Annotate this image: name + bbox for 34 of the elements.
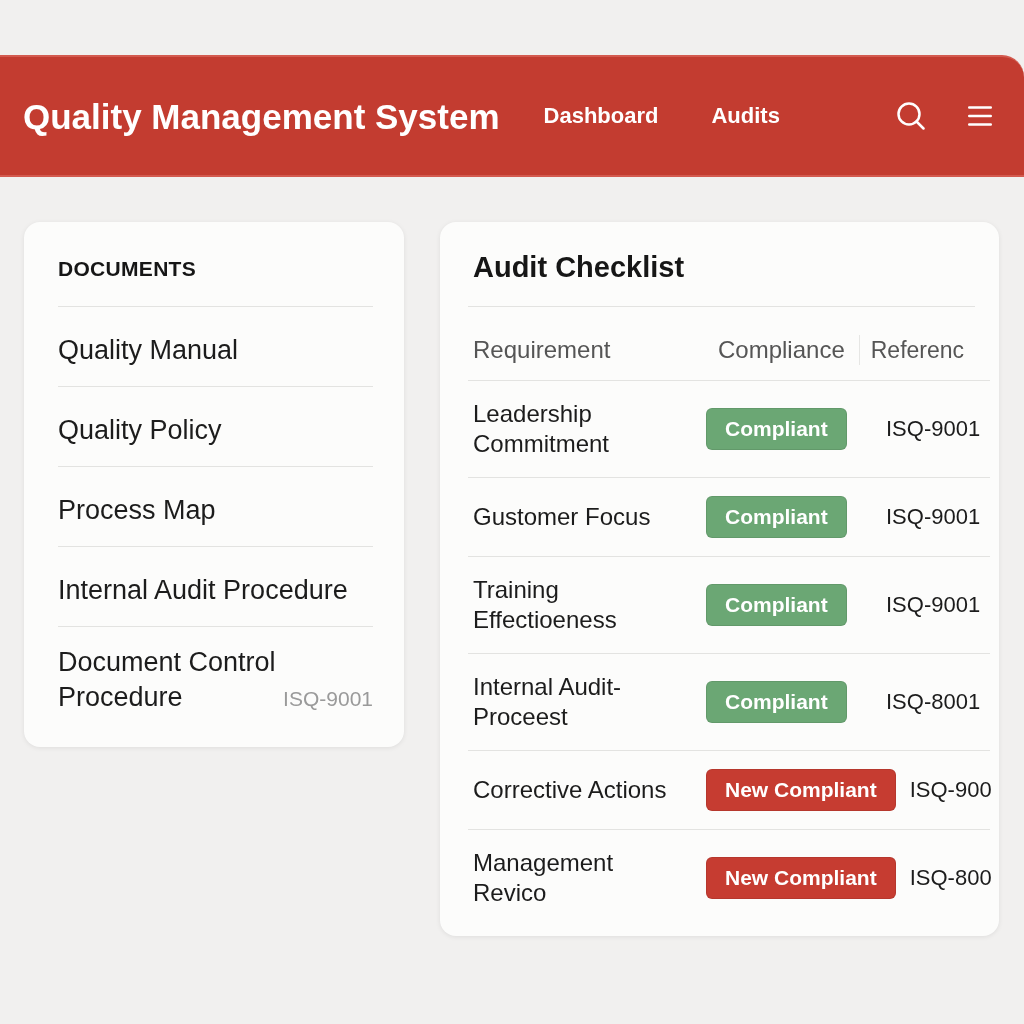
table-cell-text: Gustomer Focus [473,502,652,532]
reference-label: ISQ-9001 [283,686,373,712]
document-item[interactable]: Quality Manual [58,333,373,368]
status-badge: Compliant [706,408,847,450]
card-title: Audit Checklist [472,250,686,284]
section-heading: DOCUMENTS [58,256,198,282]
column-header: Requirement [473,336,611,363]
nav-link[interactable]: Audits [711,105,780,127]
menu-icon[interactable] [968,106,992,126]
nav-link[interactable]: Dashboard [543,105,659,127]
document-item[interactable]: Internal Audit Procedure [58,573,373,608]
app-title: Quality Management System [23,98,500,134]
table-cell-text: Training Effectioeness [473,575,618,635]
table-cell-text: ISQ-9001 [886,591,981,619]
table-cell-text: Internal Audit-Proceest [473,672,623,732]
table-cell-text: Leadership Commitment [473,399,611,459]
table-cell-text: ISQ-8001 [886,688,981,716]
status-badge: Compliant [706,681,847,723]
status-badge: New Compliant [706,857,896,899]
status-badge: Compliant [706,496,847,538]
search-icon[interactable] [897,102,925,130]
table-cell-text: Corrective Actions [473,775,668,805]
document-item[interactable]: Document Control Procedure [58,645,282,715]
document-item[interactable]: Process Map [58,493,373,528]
status-badge: Compliant [706,584,847,626]
document-item[interactable]: Quality Policy [58,413,373,448]
table-cell-text: ISQ-9001 [886,503,981,531]
table-cell-text: ISQ-9001 [886,415,981,443]
column-header: Compliance [718,335,845,365]
table-cell-text: ISQ-800 [909,864,992,892]
table-cell-text: ISQ-900 [909,776,992,804]
column-header: Referenc [870,336,965,365]
status-badge: New Compliant [706,769,896,811]
table-cell-text: Management Revico [473,848,615,908]
